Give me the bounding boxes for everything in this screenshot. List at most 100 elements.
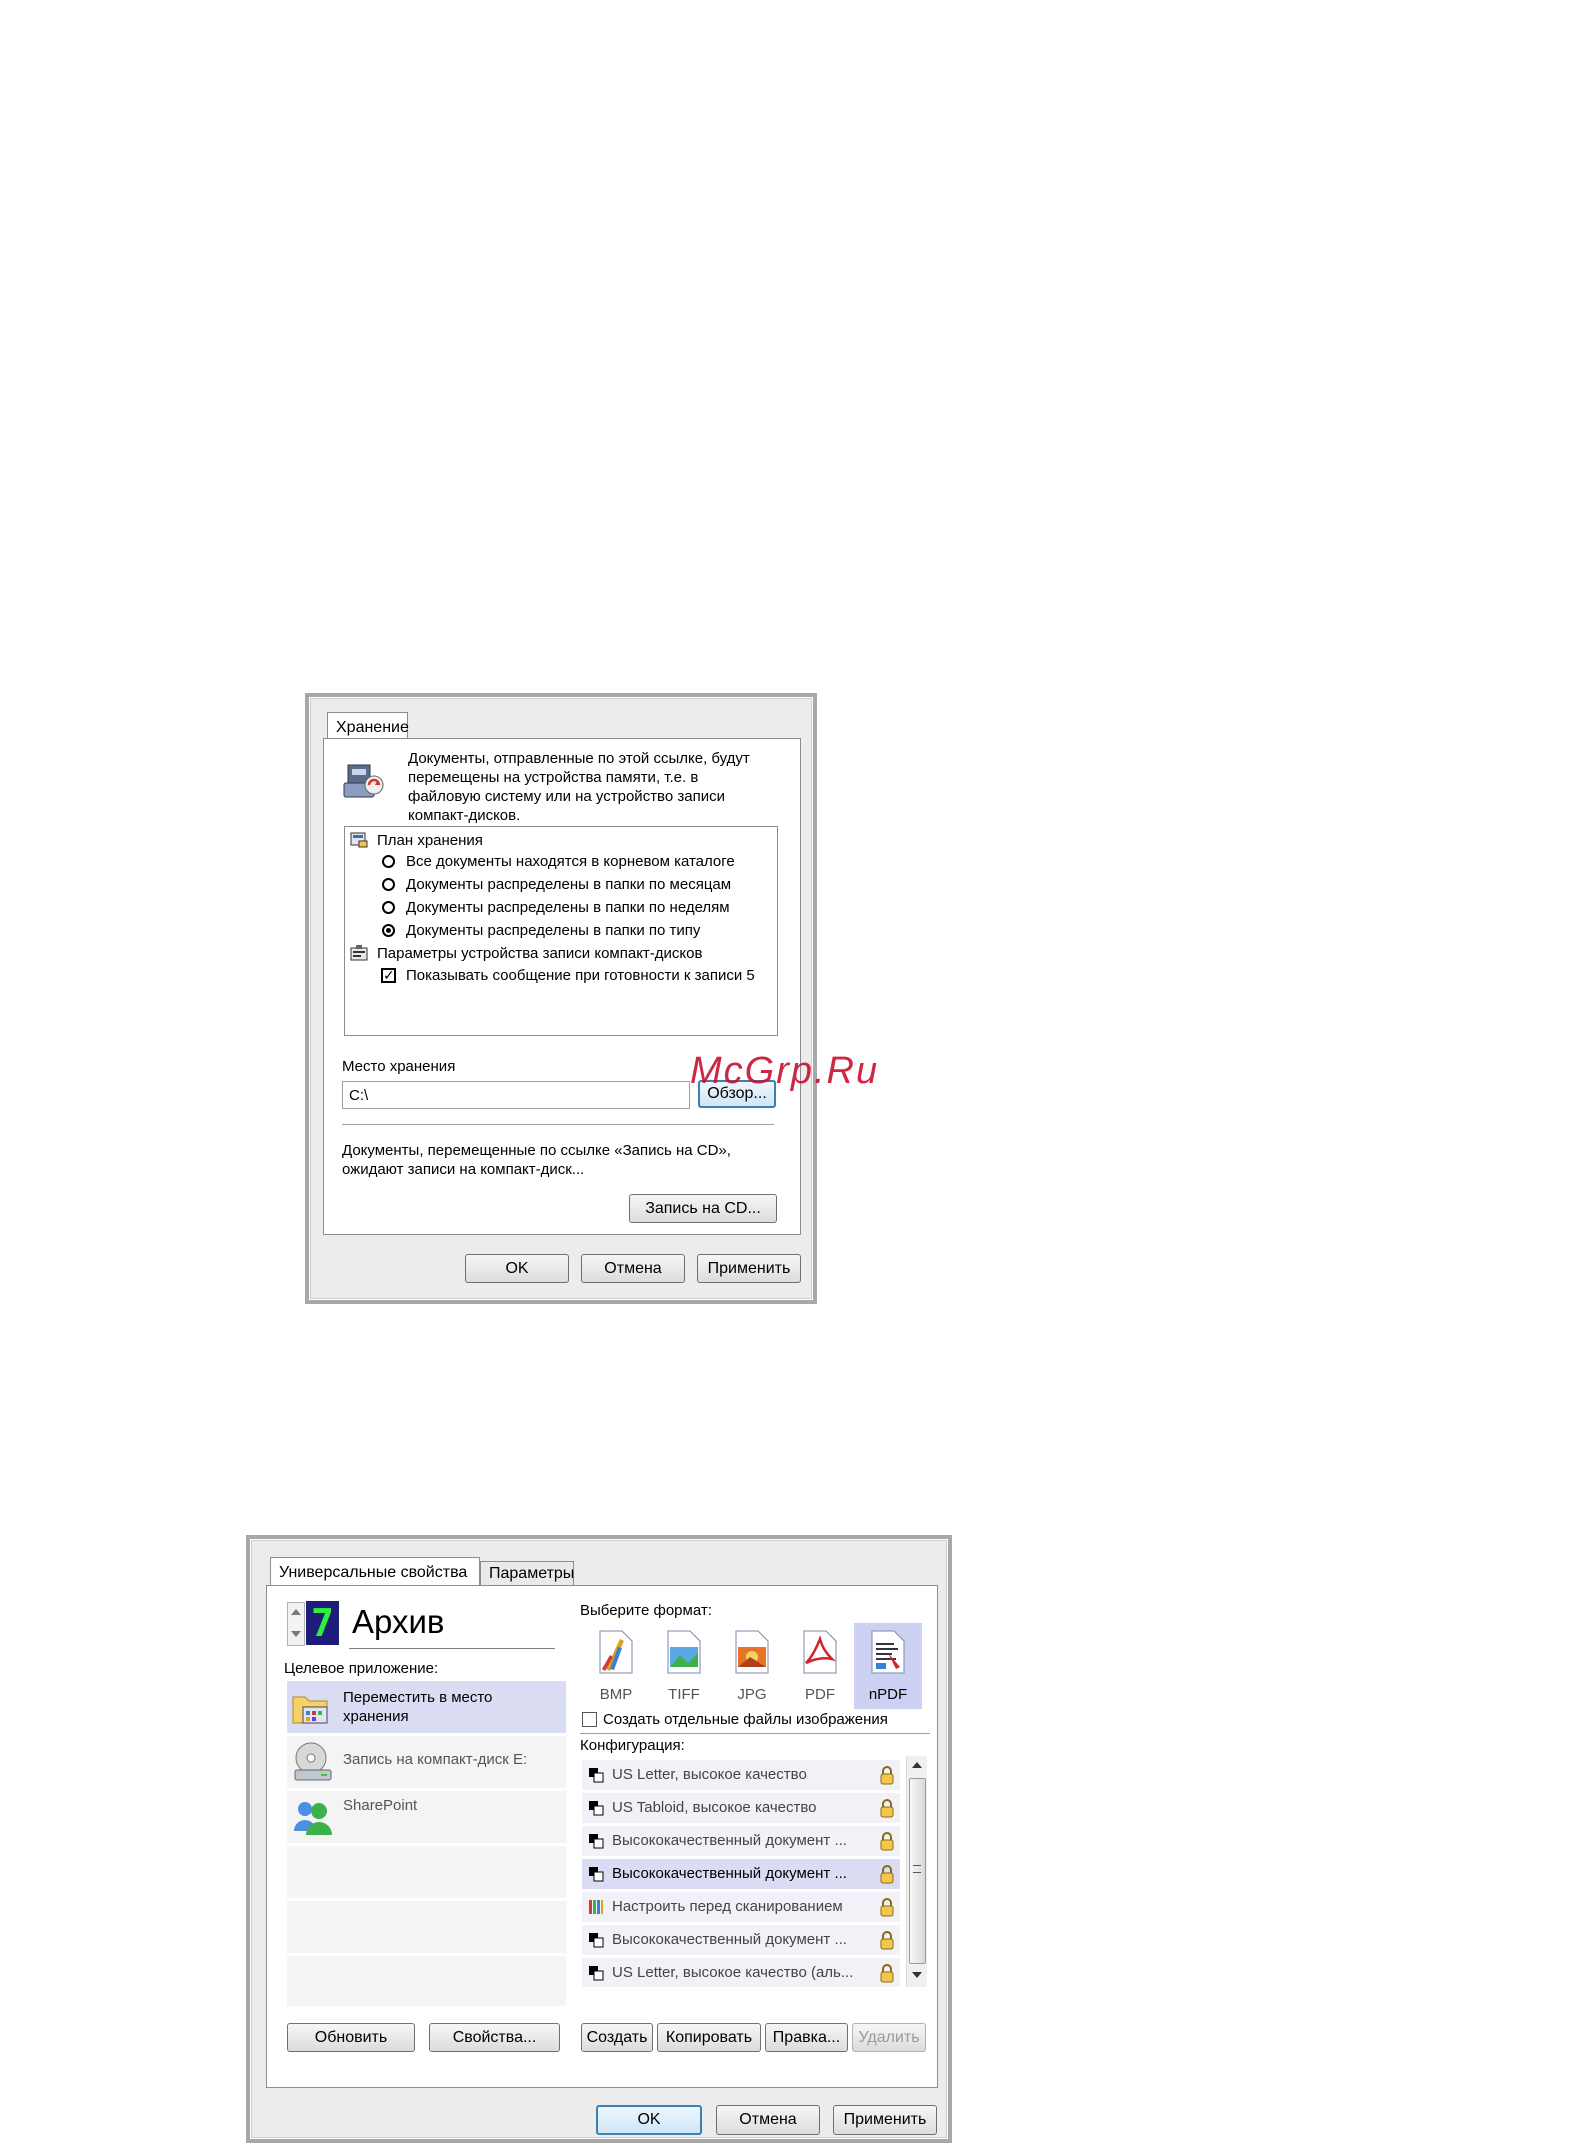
config-item[interactable]: Настроить перед сканированием [582, 1892, 900, 1922]
format-jpg[interactable]: JPG [718, 1623, 786, 1709]
config-item[interactable]: US Letter, высокое качество (аль... [582, 1958, 900, 1987]
description-line-1: Документы, отправленные по этой ссылке, … [408, 750, 750, 767]
ok-button[interactable]: OK [596, 2105, 702, 2135]
format-jpg-label: JPG [737, 1686, 767, 1703]
document-icon [589, 1867, 604, 1882]
radio-by-week-label: Документы распределены в папки по неделя… [406, 899, 730, 916]
cd-pending-text-2: ожидают записи на компакт-диск... [342, 1161, 585, 1178]
format-npdf-label: nPDF [868, 1686, 908, 1703]
refresh-button[interactable]: Обновить [287, 2023, 415, 2052]
format-npdf[interactable]: nPDF [854, 1623, 922, 1709]
config-item-label: US Tabloid, высокое качество [612, 1799, 817, 1816]
spinner-up-icon[interactable] [291, 1609, 301, 1615]
config-item[interactable]: Высококачественный документ ... [582, 1826, 900, 1856]
show-ready-message-checkbox[interactable]: ✓ [381, 968, 396, 983]
cd-drive-icon [294, 1742, 332, 1781]
lock-icon [880, 1799, 894, 1818]
configuration-name: Архив [352, 1603, 445, 1640]
pdf-file-icon [803, 1630, 837, 1674]
scroll-down-icon[interactable] [912, 1972, 922, 1978]
config-item[interactable]: US Tabloid, высокое качество [582, 1793, 900, 1823]
app-item-sharepoint[interactable]: SharePoint [287, 1791, 566, 1843]
config-label: Конфигурация: [580, 1737, 685, 1754]
lock-icon [880, 1865, 894, 1884]
storage-device-icon [343, 764, 384, 798]
format-pdf-label: PDF [805, 1686, 835, 1703]
app-item-empty [287, 1956, 566, 2006]
name-underline [349, 1648, 555, 1649]
watermark: McGrp.Ru [690, 1050, 880, 1092]
radio-by-type-label: Документы распределены в папки по типу [406, 922, 701, 939]
bmp-file-icon [599, 1630, 633, 1674]
burn-cd-button[interactable]: Запись на CD... [629, 1194, 777, 1223]
copy-button[interactable]: Копировать [657, 2023, 761, 2052]
format-label: Выберите формат: [580, 1602, 712, 1619]
description-line-4: компакт-дисков. [408, 807, 521, 824]
description-line-2: перемещены на устройства памяти, т.е. в [408, 769, 699, 786]
app-item-move-to-storage[interactable]: Переместить в место хранения [287, 1681, 566, 1733]
properties-button[interactable]: Свойства... [429, 2023, 560, 2052]
location-input[interactable] [342, 1081, 690, 1109]
document-icon [589, 1801, 604, 1816]
config-item-label: Высококачественный документ ... [612, 1931, 847, 1948]
apply-button[interactable]: Применить [697, 1254, 801, 1283]
app-item-empty [287, 1846, 566, 1898]
location-label: Место хранения [342, 1058, 456, 1075]
scroll-up-icon[interactable] [912, 1762, 922, 1768]
cancel-button[interactable]: Отмена [581, 1254, 685, 1283]
cd-settings-label: Параметры устройства записи компакт-диск… [377, 945, 703, 962]
app-burn-cd-label: Запись на компакт-диск E: [343, 1751, 528, 1768]
config-item[interactable]: US Letter, высокое качество [582, 1760, 900, 1790]
format-pdf[interactable]: PDF [786, 1623, 854, 1709]
app-item-burn-cd[interactable]: Запись на компакт-диск E: [287, 1736, 566, 1788]
sharepoint-icon [294, 1802, 332, 1835]
universal-panel: 7 Архив Целевое приложение: Переместить … [266, 1585, 938, 2088]
storage-panel: Документы, отправленные по этой ссылке, … [323, 738, 801, 1235]
app-move-line-2: хранения [343, 1708, 409, 1725]
config-item-label: US Letter, высокое качество (аль... [612, 1964, 854, 1981]
config-item-label: Высококачественный документ ... [612, 1832, 847, 1849]
folder-icon [292, 1696, 328, 1724]
target-app-list: Переместить в место хранения Запись на к… [287, 1681, 566, 2006]
format-tiff[interactable]: TIFF [650, 1623, 718, 1709]
color-settings-icon [589, 1900, 603, 1914]
ok-button[interactable]: OK [465, 1254, 569, 1283]
lock-icon [880, 1931, 894, 1950]
tab-parameters[interactable]: Параметры [480, 1561, 574, 1585]
delete-button[interactable]: Удалить [852, 2023, 926, 2052]
radio-by-week[interactable] [382, 901, 395, 914]
storage-options-tree: План хранения Все документы находятся в … [344, 826, 778, 1036]
document-icon [589, 1966, 604, 1981]
npdf-file-icon [871, 1630, 905, 1674]
config-item[interactable]: Высококачественный документ ... [582, 1925, 900, 1955]
cd-settings-icon [350, 945, 368, 961]
format-tiff-label: TIFF [668, 1686, 700, 1703]
config-item-selected[interactable]: Высококачественный документ ... [582, 1859, 900, 1889]
scroll-thumb[interactable] [909, 1778, 926, 1964]
storage-dialog: Хранение Документы, отправленные по этой… [305, 693, 817, 1304]
radio-by-type[interactable] [382, 924, 395, 937]
separate-files-checkbox[interactable] [582, 1712, 597, 1727]
radio-by-month[interactable] [382, 878, 395, 891]
tab-storage[interactable]: Хранение [327, 712, 409, 739]
format-bmp[interactable]: BMP [582, 1623, 650, 1709]
target-app-label: Целевое приложение: [284, 1660, 439, 1677]
radio-root-folder[interactable] [382, 855, 395, 868]
spinner-down-icon[interactable] [291, 1631, 301, 1637]
document-icon [589, 1834, 604, 1849]
cancel-button[interactable]: Отмена [716, 2105, 820, 2135]
create-button[interactable]: Создать [581, 2023, 653, 2052]
tab-universal-properties[interactable]: Универсальные свойства [270, 1557, 480, 1585]
config-scrollbar[interactable] [906, 1756, 927, 1987]
counter-spinner[interactable] [287, 1602, 305, 1646]
tiff-file-icon [667, 1630, 701, 1674]
lock-icon [880, 1898, 894, 1917]
app-sharepoint-label: SharePoint [343, 1797, 418, 1814]
apply-button[interactable]: Применить [833, 2105, 937, 2135]
universal-properties-dialog: Универсальные свойства Параметры 7 Архив… [246, 1535, 952, 2143]
edit-button[interactable]: Правка... [765, 2023, 848, 2052]
lock-icon [880, 1832, 894, 1851]
app-item-empty [287, 1901, 566, 1953]
format-separator [580, 1733, 930, 1734]
jpg-file-icon [735, 1630, 769, 1674]
